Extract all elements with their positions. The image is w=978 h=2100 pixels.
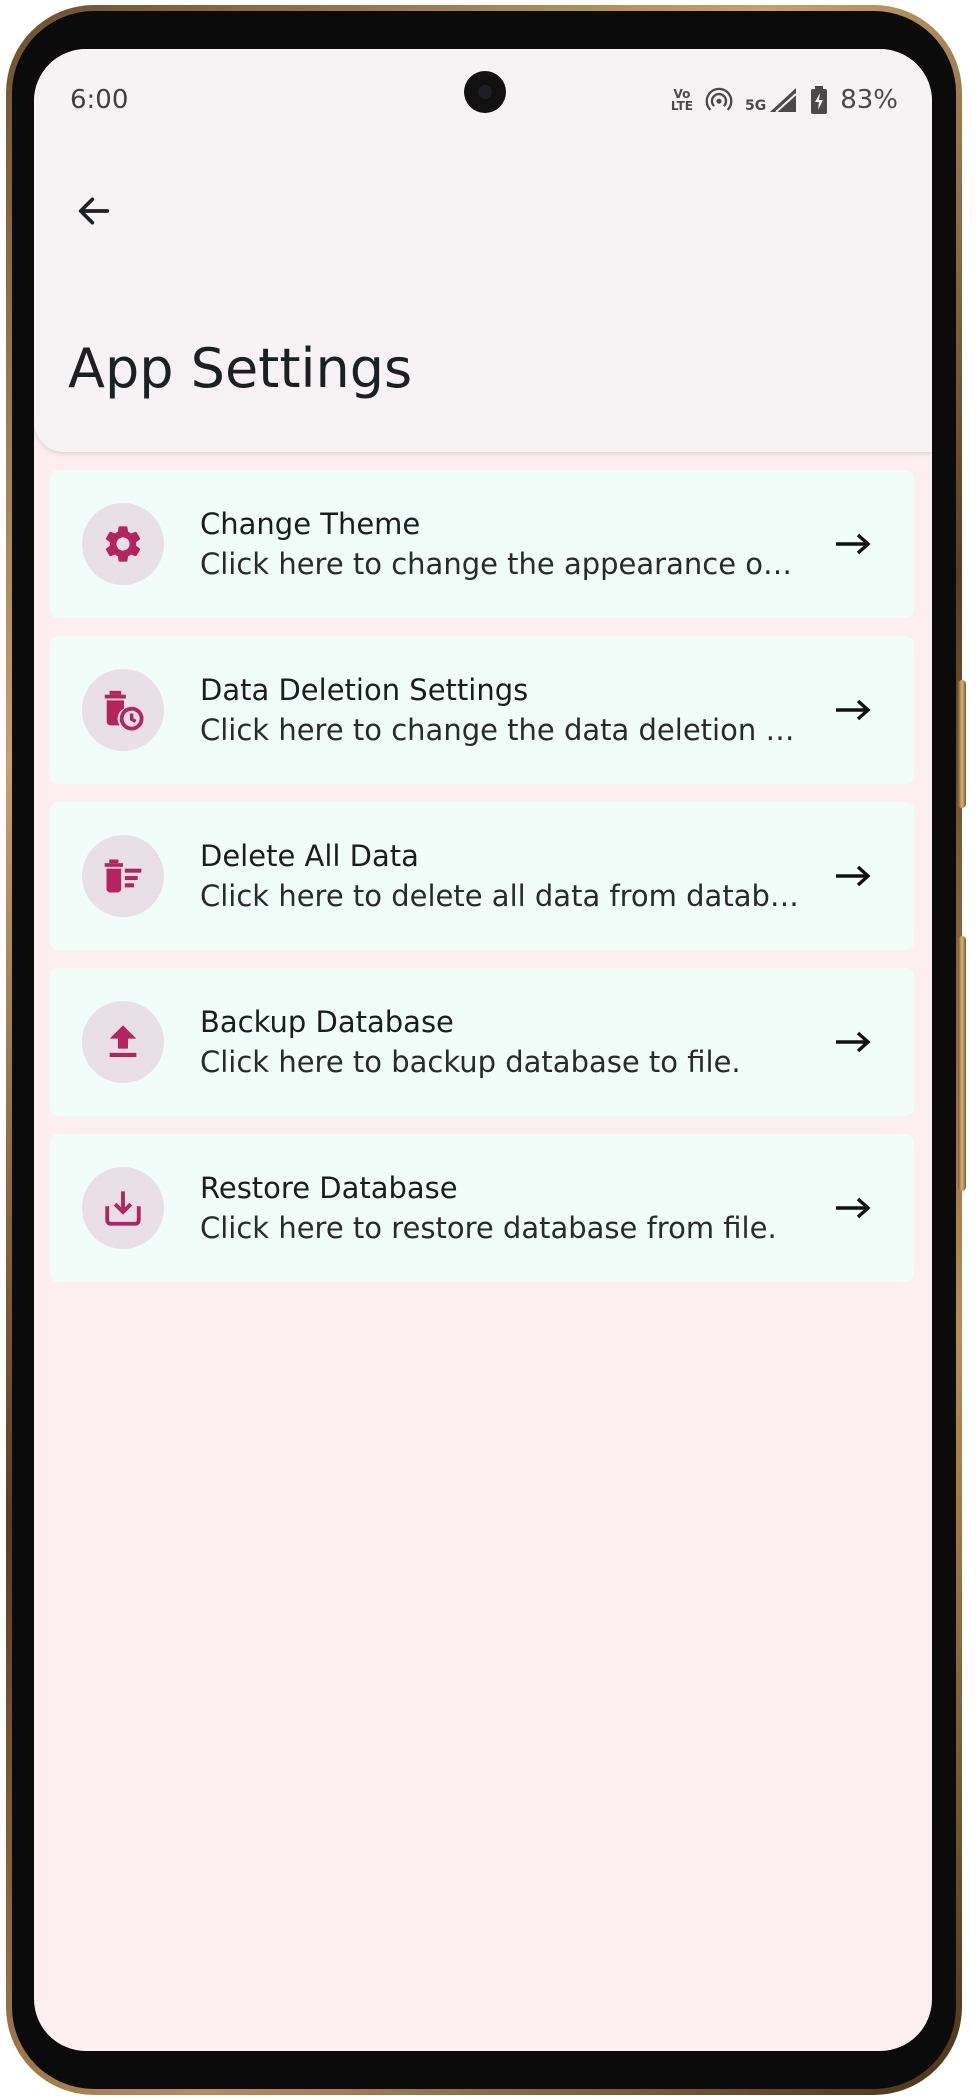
back-button[interactable]: [60, 177, 128, 245]
row-title: Change Theme: [200, 507, 421, 541]
status-icons: Vo LTE 5G 83%: [671, 83, 898, 117]
arrow-right-icon: [836, 1031, 871, 1053]
hotspot-icon: [705, 87, 733, 111]
row-title: Restore Database: [200, 1171, 458, 1205]
row-icon-container: [82, 669, 164, 751]
settings-item-delete-all-data[interactable]: Delete All Data Click here to delete all…: [50, 802, 914, 950]
row-subtitle: Click here to change the data deletion s…: [200, 713, 800, 747]
page-title: App Settings: [68, 337, 413, 400]
delete-clock-icon: [104, 690, 144, 731]
arrow-right-icon: [836, 699, 871, 721]
volte-icon: Vo LTE: [670, 87, 693, 113]
phone-screen: 6:00 Vo LTE 5G 83% App Settings Change T…: [34, 49, 932, 2051]
row-icon-container: [82, 835, 164, 917]
row-title: Backup Database: [200, 1005, 454, 1039]
download-icon: [105, 1191, 141, 1226]
upload-icon: [109, 1025, 137, 1057]
arrow-right-icon: [836, 1197, 871, 1219]
status-time: 6:00: [70, 85, 129, 115]
row-icon-container: [82, 1001, 164, 1083]
arrow-back-icon: [78, 197, 110, 225]
row-icon-container: [82, 503, 164, 585]
settings-item-backup-database[interactable]: Backup Database Click here to backup dat…: [50, 968, 914, 1116]
row-subtitle: Click here to change the appearance of t…: [200, 547, 800, 581]
settings-item-change-theme[interactable]: Change Theme Click here to change the ap…: [50, 470, 914, 618]
gear-icon: [105, 526, 141, 562]
settings-item-data-deletion[interactable]: Data Deletion Settings Click here to cha…: [50, 636, 914, 784]
row-title: Delete All Data: [200, 839, 419, 873]
settings-list: Change Theme Click here to change the ap…: [50, 470, 914, 1300]
delete-sweep-icon: [104, 859, 142, 893]
arrow-right-icon: [836, 865, 871, 887]
row-subtitle: Click here to restore database from file…: [200, 1211, 777, 1245]
volume-button: [958, 680, 966, 808]
row-title: Data Deletion Settings: [200, 673, 529, 707]
arrow-right-icon: [836, 533, 871, 555]
front-camera: [464, 71, 506, 113]
row-subtitle: Click here to backup database to file.: [200, 1045, 741, 1079]
row-icon-container: [82, 1167, 164, 1249]
battery-charging-icon: [811, 86, 828, 114]
battery-percent: 83%: [840, 85, 898, 115]
power-button: [958, 936, 966, 1191]
row-subtitle: Click here to delete all data from datab…: [200, 879, 800, 913]
signal-icon: 5G: [745, 86, 798, 114]
settings-item-restore-database[interactable]: Restore Database Click here to restore d…: [50, 1134, 914, 1282]
